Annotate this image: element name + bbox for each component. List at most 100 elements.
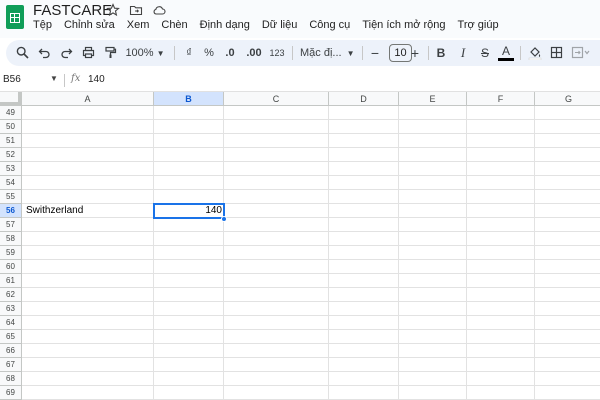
column-gridline xyxy=(153,106,154,400)
row-header[interactable]: 58 xyxy=(0,232,22,246)
row-header[interactable]: 67 xyxy=(0,358,22,372)
row-header[interactable]: 50 xyxy=(0,120,22,134)
row-gridline xyxy=(22,329,600,330)
move-to-folder-icon[interactable] xyxy=(129,3,143,17)
menu-view[interactable]: Xem xyxy=(127,19,150,31)
row-header[interactable]: 54 xyxy=(0,176,22,190)
menu-data[interactable]: Dữ liệu xyxy=(262,19,298,31)
row-header[interactable]: 53 xyxy=(0,162,22,176)
row-gridline xyxy=(22,357,600,358)
row-gridline xyxy=(22,147,600,148)
percent-format-button[interactable]: % xyxy=(202,44,216,62)
currency-format-button[interactable]: ₫ xyxy=(182,44,196,62)
decrease-decimal-button[interactable]: .0 xyxy=(222,44,238,62)
function-icon: fx xyxy=(71,73,81,84)
decrease-font-size-button[interactable]: − xyxy=(368,44,382,62)
cell-a56[interactable]: Swithzerland xyxy=(26,205,83,216)
menu-insert[interactable]: Chèn xyxy=(161,19,187,31)
row-header-active[interactable]: 56 xyxy=(0,204,22,218)
column-gridline xyxy=(223,106,224,400)
row-header[interactable]: 60 xyxy=(0,260,22,274)
row-header[interactable]: 62 xyxy=(0,288,22,302)
increase-decimal-button[interactable]: .00 xyxy=(244,44,264,62)
cloud-status-icon[interactable] xyxy=(152,3,166,17)
merge-cells-icon[interactable] xyxy=(570,44,592,62)
row-header[interactable]: 49 xyxy=(0,106,22,120)
row-gridline xyxy=(22,287,600,288)
star-icon[interactable] xyxy=(106,3,120,17)
redo-icon[interactable] xyxy=(58,44,74,62)
menu-file[interactable]: Tệp xyxy=(33,19,52,31)
row-header[interactable]: 65 xyxy=(0,330,22,344)
row-header[interactable]: 64 xyxy=(0,316,22,330)
font-family-select[interactable]: Mặc đị... ▼ xyxy=(300,44,358,62)
row-header[interactable]: 59 xyxy=(0,246,22,260)
row-header[interactable]: 51 xyxy=(0,134,22,148)
row-gridline xyxy=(22,315,600,316)
borders-icon[interactable] xyxy=(548,44,564,62)
bold-button[interactable]: B xyxy=(434,44,448,62)
row-header[interactable]: 63 xyxy=(0,302,22,316)
row-gridline xyxy=(22,175,600,176)
row-gridline xyxy=(22,301,600,302)
zoom-select[interactable]: 100% ▼ xyxy=(122,44,168,62)
spreadsheet-grid[interactable]: A B C D E F G 49 50 51 52 53 54 55 56 57… xyxy=(0,92,600,400)
name-box[interactable]: B56 xyxy=(3,74,21,85)
row-header[interactable]: 52 xyxy=(0,148,22,162)
print-icon[interactable] xyxy=(80,44,96,62)
number-format-button[interactable]: 123 xyxy=(268,44,286,62)
select-all-corner[interactable] xyxy=(0,92,22,106)
row-gridline xyxy=(22,203,600,204)
fill-handle[interactable] xyxy=(221,216,227,222)
fill-color-icon[interactable] xyxy=(526,44,544,62)
increase-font-size-button[interactable]: + xyxy=(408,44,422,62)
toolbar-divider xyxy=(520,46,521,60)
toolbar-divider xyxy=(292,46,293,60)
strikethrough-button[interactable]: S xyxy=(478,44,492,62)
zoom-value: 100% xyxy=(125,47,154,59)
column-header-f[interactable]: F xyxy=(467,92,535,106)
formula-input[interactable]: 140 xyxy=(88,74,105,85)
font-family-value: Mặc đị... xyxy=(300,47,342,59)
row-header[interactable]: 68 xyxy=(0,372,22,386)
row-header[interactable]: 66 xyxy=(0,344,22,358)
column-gridline xyxy=(328,106,329,400)
column-header-a[interactable]: A xyxy=(22,92,154,106)
formula-bar: B56 ▼ fx 140 xyxy=(0,70,600,92)
menu-format[interactable]: Định dạng xyxy=(200,19,250,31)
row-header[interactable]: 69 xyxy=(0,386,22,400)
column-header-d[interactable]: D xyxy=(329,92,399,106)
document-title[interactable]: FASTCARE xyxy=(33,2,112,19)
row-gridline xyxy=(22,133,600,134)
column-header-b[interactable]: B xyxy=(154,92,224,106)
italic-button[interactable]: I xyxy=(456,44,470,62)
undo-icon[interactable] xyxy=(36,44,52,62)
toolbar-divider xyxy=(428,46,429,60)
column-header-c[interactable]: C xyxy=(224,92,329,106)
paint-format-icon[interactable] xyxy=(102,44,118,62)
row-gridline xyxy=(22,217,600,218)
chevron-down-icon: ▼ xyxy=(346,49,355,58)
row-gridline xyxy=(22,161,600,162)
search-icon[interactable] xyxy=(14,44,30,62)
sheets-logo-icon[interactable] xyxy=(6,5,24,29)
column-header-g[interactable]: G xyxy=(535,92,600,106)
active-cell-selection xyxy=(153,203,225,219)
menu-extensions[interactable]: Tiện ích mở rộng xyxy=(362,19,445,31)
menu-tools[interactable]: Công cụ xyxy=(309,19,350,31)
row-gridline xyxy=(22,119,600,120)
menu-edit[interactable]: Chỉnh sửa xyxy=(64,19,115,31)
row-header[interactable]: 55 xyxy=(0,190,22,204)
menu-help[interactable]: Trợ giúp xyxy=(458,19,499,31)
text-color-button[interactable]: A xyxy=(498,44,514,61)
chevron-down-icon[interactable]: ▼ xyxy=(50,74,58,83)
column-header-e[interactable]: E xyxy=(399,92,467,106)
toolbar: 100% ▼ ₫ % .0 .00 123 Mặc đị... ▼ − 10 +… xyxy=(6,40,600,66)
row-gridline xyxy=(22,189,600,190)
row-gridline xyxy=(22,245,600,246)
row-header[interactable]: 61 xyxy=(0,274,22,288)
row-gridline xyxy=(22,231,600,232)
row-header[interactable]: 57 xyxy=(0,218,22,232)
row-gridline xyxy=(22,273,600,274)
column-gridline xyxy=(534,106,535,400)
